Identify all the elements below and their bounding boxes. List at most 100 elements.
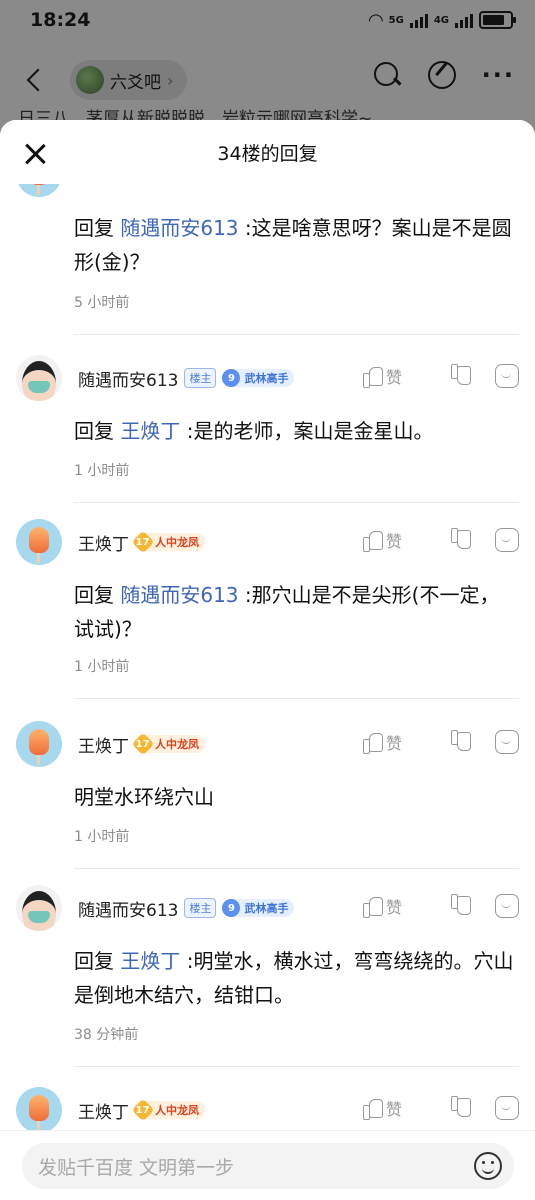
level-title: 人中龙凤 <box>155 536 199 549</box>
reply-input[interactable]: 发贴千百度 文明第一步 <box>22 1143 514 1189</box>
reply-emoji-icon[interactable] <box>495 894 519 918</box>
reply-text: :是的老师，案山是金星山。 <box>186 419 434 443</box>
divider <box>74 868 519 869</box>
avatar[interactable] <box>16 721 62 767</box>
like-button[interactable]: 赞 <box>363 1096 433 1120</box>
avatar[interactable] <box>16 519 62 565</box>
reply-time: 1 小时前 <box>74 463 130 479</box>
like-button[interactable]: 赞 <box>363 364 433 388</box>
reply-emoji-icon[interactable] <box>495 528 519 552</box>
level-number: 17 <box>136 536 150 548</box>
avatar[interactable] <box>16 355 62 401</box>
like-label: 赞 <box>386 532 403 551</box>
reply-actions: 赞 <box>363 528 519 552</box>
dislike-button[interactable] <box>433 1097 489 1119</box>
reply-actions: 赞 <box>363 730 519 754</box>
avatar[interactable] <box>16 885 62 931</box>
composer-bar: 发贴千百度 文明第一步 <box>0 1130 535 1200</box>
username[interactable]: 随遇而安613 <box>78 896 178 921</box>
avatar[interactable] <box>16 1087 62 1130</box>
level-title: 武林高手 <box>244 372 289 385</box>
reply-emoji-icon[interactable] <box>495 1096 519 1120</box>
battery-icon <box>479 11 516 29</box>
like-button[interactable]: 赞 <box>363 894 433 918</box>
reply-actions: 赞 <box>363 894 519 918</box>
divider <box>74 1066 519 1067</box>
reply-content: 回复 随遇而安613 :这是啥意思呀？案山是不是圆形(金)？ <box>74 211 519 279</box>
thumb-up-icon <box>363 1097 383 1120</box>
thumb-up-icon <box>363 529 383 552</box>
signal-icon <box>409 12 428 28</box>
reply-content: 回复 王焕丁 :明堂水，横水过，弯弯绕绕的。穴山是倒地木结穴，结钳口。 <box>74 944 519 1012</box>
status-bar: 18:24 ◠ 5G 4G <box>0 0 535 40</box>
wifi-icon: ◠ <box>368 9 383 31</box>
network-4g-label: 4G <box>433 14 449 26</box>
status-time: 18:24 <box>30 9 91 31</box>
reply-content: 明堂水环绕穴山 <box>74 780 519 814</box>
owner-badge: 楼主 <box>184 368 217 388</box>
signal-icon <box>455 12 473 28</box>
reply-time: 38 分钟前 <box>74 1027 139 1043</box>
dislike-button[interactable] <box>433 365 489 387</box>
username[interactable]: 王焕丁 <box>78 732 129 757</box>
reply-header: 赞 <box>16 184 519 198</box>
mention-link[interactable]: 王焕丁 <box>120 949 180 973</box>
emoji-icon[interactable] <box>474 1152 502 1180</box>
reply-prefix: 回复 <box>74 583 114 607</box>
mention-link[interactable]: 随遇而安613 <box>120 583 238 607</box>
dislike-button[interactable] <box>433 529 489 551</box>
avatar[interactable] <box>16 184 62 197</box>
username[interactable]: 王焕丁 <box>78 1098 129 1123</box>
level-number: 17 <box>136 738 150 750</box>
status-icons: ◠ 5G 4G <box>368 9 516 31</box>
mention-link[interactable]: 随遇而安613 <box>120 216 238 240</box>
sheet-header: 34楼的回复 <box>0 120 535 184</box>
back-arrow-icon[interactable] <box>24 68 48 92</box>
like-button[interactable]: 赞 <box>363 528 433 552</box>
reply-header: 王焕丁 17 人中龙凤 赞 <box>16 1086 519 1130</box>
level-badge: 9 武林高手 <box>222 369 295 387</box>
reply-prefix: 回复 <box>74 419 114 443</box>
reply-prefix: 回复 <box>74 216 114 240</box>
username[interactable]: 王焕丁 <box>78 530 129 555</box>
dislike-button[interactable] <box>433 731 489 753</box>
reply-time: 1 小时前 <box>74 829 130 845</box>
thumb-up-icon <box>363 895 383 918</box>
forum-avatar <box>76 66 104 94</box>
username[interactable]: 随遇而安613 <box>78 366 178 391</box>
reply-header: 随遇而安613 楼主 9 武林高手 赞 <box>16 884 519 932</box>
level-number: 9 <box>222 899 241 917</box>
reply-time: 1 小时前 <box>74 659 130 675</box>
level-number: 9 <box>222 369 241 387</box>
thumb-up-icon <box>363 365 383 388</box>
divider <box>74 502 519 503</box>
like-label: 赞 <box>386 368 403 387</box>
more-icon[interactable]: ··· <box>482 61 515 89</box>
level-number-wrap: 17 <box>131 732 155 756</box>
reply-actions: 赞 <box>363 364 519 388</box>
level-title: 人中龙凤 <box>155 738 199 751</box>
reply-input-placeholder: 发贴千百度 文明第一步 <box>38 1156 235 1179</box>
search-icon[interactable] <box>372 60 402 90</box>
level-badge: 17 人中龙凤 <box>131 732 205 756</box>
owner-badge: 楼主 <box>184 898 217 918</box>
thumb-up-icon <box>363 731 383 754</box>
mention-link[interactable]: 王焕丁 <box>120 419 180 443</box>
reply-list[interactable]: 赞 回复 随遇而安613 :这是啥意思呀？案山是不是圆形(金)？ 5 小时前 随… <box>0 184 535 1130</box>
reply-header: 随遇而安613 楼主 9 武林高手 赞 <box>16 354 519 402</box>
level-badge: 17 人中龙凤 <box>131 1098 205 1122</box>
close-icon[interactable] <box>24 142 46 164</box>
thumb-down-icon <box>451 895 471 917</box>
level-title: 武林高手 <box>244 902 289 915</box>
level-badge: 17 人中龙凤 <box>131 530 205 554</box>
level-number-wrap: 17 <box>131 530 155 554</box>
reply-emoji-icon[interactable] <box>495 730 519 754</box>
thumb-down-icon <box>451 731 471 753</box>
like-button[interactable]: 赞 <box>363 730 433 754</box>
forum-bar-pill[interactable]: 六爻吧 › <box>70 60 188 100</box>
dislike-button[interactable] <box>433 895 489 917</box>
edit-icon[interactable] <box>427 61 456 89</box>
reply-emoji-icon[interactable] <box>495 364 519 388</box>
level-number: 17 <box>136 1104 150 1116</box>
like-label: 赞 <box>386 898 403 917</box>
